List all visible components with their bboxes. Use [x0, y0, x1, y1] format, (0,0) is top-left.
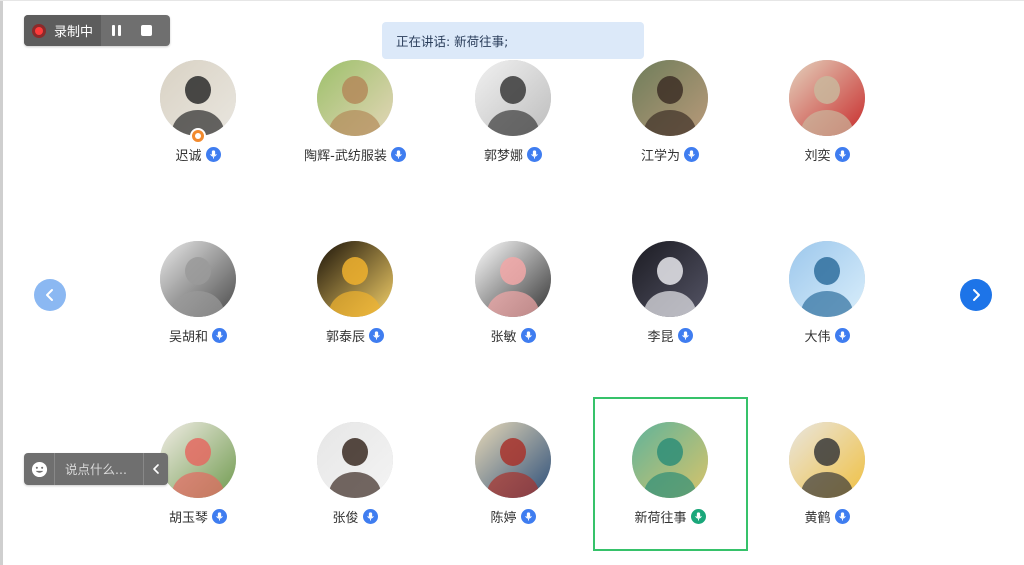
mic-icon: [834, 508, 850, 524]
top-divider: [0, 0, 1024, 1]
chat-input[interactable]: [54, 453, 143, 485]
participant-name: 吴胡和: [168, 329, 208, 345]
participant-name: 大伟: [804, 329, 831, 345]
participant-tile[interactable]: 郭泰辰: [280, 241, 430, 351]
recording-control: 录制中: [24, 15, 170, 46]
prev-page-button[interactable]: [34, 279, 66, 311]
mic-icon: [212, 508, 227, 524]
avatar: [160, 60, 236, 136]
participant-name: 胡玉琴: [168, 510, 208, 526]
active-speaker-frame: [593, 397, 748, 551]
mic-icon: [834, 327, 850, 343]
window-edge: [0, 0, 3, 565]
avatar: [789, 60, 865, 136]
stop-icon: [140, 25, 152, 36]
chevron-right-icon: [973, 289, 980, 301]
avatar: [632, 241, 708, 317]
chat-bar: [24, 453, 168, 485]
stop-recording-button[interactable]: [131, 15, 161, 46]
mic-icon: [677, 327, 693, 343]
avatar: [160, 241, 236, 317]
pause-icon: [111, 25, 121, 36]
emoji-icon: [31, 461, 47, 477]
participant-tile[interactable]: 黄鹤: [752, 422, 902, 532]
avatar: [632, 60, 708, 136]
avatar: [475, 422, 551, 498]
avatar: [317, 60, 393, 136]
avatar: [475, 241, 551, 317]
participant-name: 张敏: [490, 329, 517, 345]
recording-status[interactable]: 录制中: [24, 15, 102, 46]
participant-name: 张俊: [332, 510, 359, 526]
speaking-banner: 正在讲话: 新荷往事;: [382, 22, 644, 59]
participant-tile[interactable]: 吴胡和: [123, 241, 273, 351]
participant-name-row: 陶辉-武纺服装: [280, 145, 430, 164]
avatar: [789, 241, 865, 317]
participant-name-row: 江学为: [595, 145, 745, 164]
collapse-chat-button[interactable]: [143, 453, 168, 485]
participant-name-row: 迟诚: [123, 145, 273, 164]
mic-icon: [390, 146, 406, 162]
participant-tile[interactable]: 刘奕: [752, 60, 902, 170]
mic-icon: [520, 508, 536, 524]
participant-name: 郭梦娜: [483, 148, 523, 164]
participant-name-row: 张俊: [280, 507, 430, 526]
mic-icon: [362, 508, 378, 524]
recording-label: 录制中: [54, 25, 94, 40]
participant-tile[interactable]: 大伟: [752, 241, 902, 351]
chevron-left-icon: [46, 289, 53, 301]
participant-name-row: 黄鹤: [752, 507, 902, 526]
next-page-button[interactable]: [960, 279, 992, 311]
mic-icon: [520, 327, 536, 343]
mic-icon: [527, 146, 542, 162]
emoji-button[interactable]: [24, 453, 54, 485]
participant-name-row: 郭泰辰: [280, 326, 430, 345]
participant-name-row: 大伟: [752, 326, 902, 345]
host-badge-icon: [190, 128, 206, 144]
mic-icon: [212, 327, 227, 343]
avatar: [475, 60, 551, 136]
participant-name-row: 郭梦娜: [438, 145, 588, 164]
mic-icon: [834, 146, 850, 162]
participant-tile[interactable]: 迟诚: [123, 60, 273, 170]
participant-name-row: 陈婷: [438, 507, 588, 526]
avatar: [317, 241, 393, 317]
participant-name: 郭泰辰: [325, 329, 365, 345]
participant-name: 黄鹤: [804, 510, 831, 526]
participant-name-row: 张敏: [438, 326, 588, 345]
avatar: [160, 422, 236, 498]
speaking-text: 正在讲话: 新荷往事;: [396, 34, 509, 49]
participant-name: 李昆: [647, 329, 674, 345]
chevron-left-icon: [153, 464, 159, 474]
participant-name-row: 吴胡和: [123, 326, 273, 345]
participant-name: 陶辉-武纺服装: [304, 148, 387, 164]
participant-name: 江学为: [640, 148, 680, 164]
participant-tile[interactable]: 江学为: [595, 60, 745, 170]
participant-name: 迟诚: [175, 148, 202, 164]
participant-name: 刘奕: [804, 148, 831, 164]
participant-tile[interactable]: 张敏: [438, 241, 588, 351]
participant-tile[interactable]: 郭梦娜: [438, 60, 588, 170]
mic-icon: [205, 146, 221, 162]
participant-tile[interactable]: 张俊: [280, 422, 430, 532]
participant-name-row: 刘奕: [752, 145, 902, 164]
participant-tile[interactable]: 李昆: [595, 241, 745, 351]
avatar: [789, 422, 865, 498]
record-indicator-icon: [32, 23, 46, 38]
participant-tile[interactable]: 陈婷: [438, 422, 588, 532]
avatar: [317, 422, 393, 498]
mic-icon: [369, 327, 384, 343]
participant-name-row: 胡玉琴: [123, 507, 273, 526]
mic-icon: [684, 146, 699, 162]
pause-recording-button[interactable]: [101, 15, 131, 46]
participant-name: 陈婷: [490, 510, 517, 526]
participant-tile[interactable]: 陶辉-武纺服装: [280, 60, 430, 170]
participant-name-row: 李昆: [595, 326, 745, 345]
